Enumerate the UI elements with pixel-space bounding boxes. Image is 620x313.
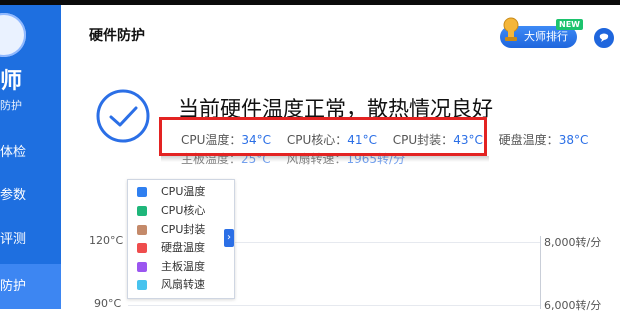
legend-swatch [137,206,147,216]
right-axis-line [540,236,541,309]
legend-swatch [137,243,147,253]
left-axis-tick: 120°C [89,234,124,247]
brand-subtitle: 防护 [0,99,22,112]
sidebar-item-protection[interactable]: 防护 [0,264,61,309]
annotation-highlight-box [159,117,487,156]
disk-temp-value: 38°C [558,133,589,147]
sidebar-item-checkup[interactable]: 体检 [0,136,61,170]
page-title: 硬件防护 [89,28,145,44]
brand-title: 师 [0,69,24,94]
highlight-shadow [161,156,489,162]
window-top-border [0,0,620,5]
right-axis-tick: 8,000转/分 [544,236,602,249]
new-badge: NEW [556,19,583,30]
left-axis-tick: 90°C [94,297,122,310]
trophy-icon [503,17,519,41]
legend-swatch [137,262,147,272]
app-logo [0,13,26,57]
chart-legend: CPU温度 CPU核心 CPU封装 硬盘温度 主板温度 风扇转速 [127,179,235,299]
chat-icon [599,33,609,42]
right-axis-tick: 6,000转/分 [544,299,602,312]
sidebar-item-benchmark[interactable]: 评测 [0,223,61,257]
disk-temp-label: 硬盘温度： [498,133,559,147]
legend-swatch [137,280,147,290]
legend-swatch [137,187,147,197]
gridline [128,305,540,306]
legend-collapse-button[interactable]: › [224,229,234,247]
sidebar-item-params[interactable]: 参数 [0,179,61,213]
check-circle-icon [96,89,150,143]
feedback-button[interactable] [594,28,614,48]
sidebar: 师 防护 体检 参数 评测 防护 [0,5,61,309]
legend-swatch [137,225,147,235]
